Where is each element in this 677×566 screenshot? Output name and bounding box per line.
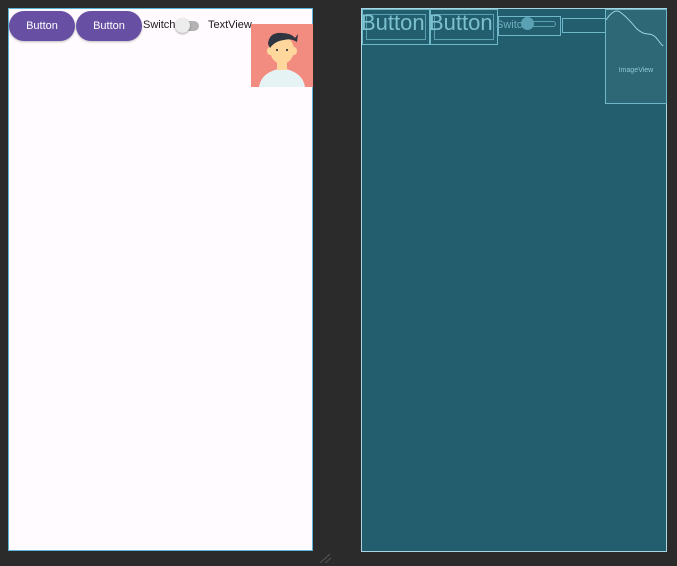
blueprint-imageview-label: ImageView [618, 67, 654, 74]
avatar-image[interactable] [251, 24, 313, 87]
blueprint-textview-bounds[interactable] [562, 18, 606, 33]
blueprint-button-2-label: Button [429, 10, 493, 35]
switch-label: Switch [143, 19, 176, 31]
resize-grip-icon[interactable] [318, 553, 332, 563]
textview[interactable]: TextView [208, 19, 252, 31]
button-1[interactable]: Button [9, 11, 75, 41]
button-2[interactable]: Button [76, 11, 142, 41]
blueprint-imageview-bounds[interactable] [605, 9, 667, 104]
blueprint-button-1-label: Button [361, 10, 425, 35]
switch-thumb [175, 18, 190, 33]
avatar-icon [251, 24, 313, 87]
design-surface[interactable]: Button Button Switch TextView [8, 8, 313, 551]
blueprint-surface[interactable]: Button Button Switc ImageView [361, 8, 667, 552]
switch-toggle[interactable] [175, 18, 199, 33]
blueprint-switch-thumb [521, 17, 534, 30]
image-placeholder-icon [606, 10, 664, 46]
blueprint-switch-label: Switc [496, 19, 523, 31]
